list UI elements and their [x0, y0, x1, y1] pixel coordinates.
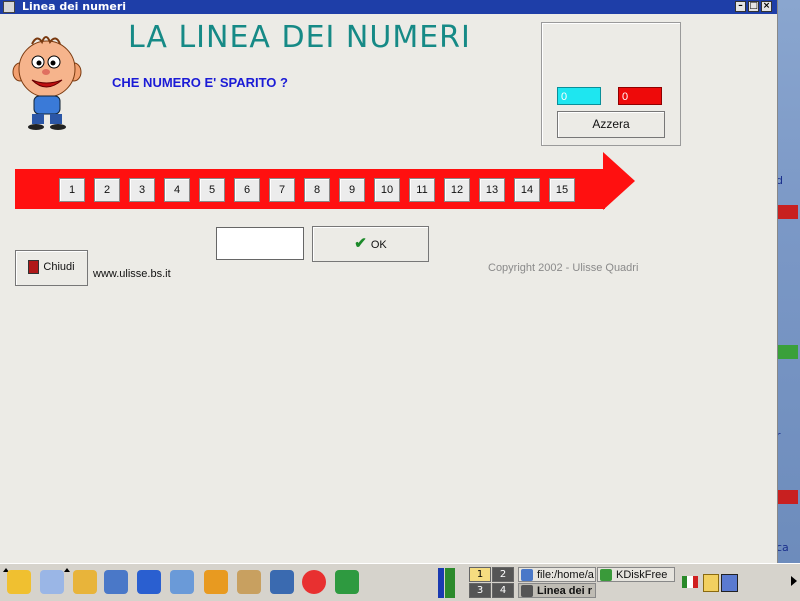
panel-arrow-icon[interactable] [64, 568, 70, 572]
task-label: file:/home/a [537, 569, 594, 581]
task-label: Linea dei r [537, 585, 593, 597]
task-file-manager[interactable]: file:/home/a [518, 567, 596, 582]
pen-icon[interactable] [237, 570, 261, 594]
disk-icon [600, 569, 612, 581]
separator-bar [438, 568, 444, 598]
arrow-head [603, 152, 635, 210]
pager-desktop-4[interactable]: 4 [492, 583, 514, 598]
website-link: www.ulisse.bs.it [93, 268, 171, 280]
close-label: Chiudi [43, 261, 75, 273]
taskbar: 1 2 3 4 file:/home/a KDiskFree Linea dei… [0, 563, 800, 601]
close-window-icon[interactable]: × [761, 1, 772, 12]
office-icon[interactable] [204, 570, 228, 594]
number-button[interactable]: 14 [514, 178, 540, 202]
kde-menu-icon[interactable] [7, 570, 31, 594]
window-title: Linea dei numeri [22, 0, 127, 13]
number-button[interactable]: 8 [304, 178, 330, 202]
reset-button[interactable]: Azzera [557, 111, 665, 138]
checkmark-icon: ✔ [354, 235, 367, 252]
number-button[interactable]: 3 [129, 178, 155, 202]
app-title: LA LINEA DEI NUMERI [128, 20, 471, 55]
number-button[interactable]: 13 [479, 178, 505, 202]
pager-desktop-3[interactable]: 3 [469, 583, 491, 598]
panel-hide-icon[interactable] [791, 576, 797, 586]
correct-count: 0 [557, 87, 601, 105]
desktop-icon[interactable] [776, 345, 798, 359]
number-button[interactable]: 6 [234, 178, 260, 202]
monitor-icon[interactable] [721, 574, 738, 592]
question-text: CHE NUMERO E' SPARITO ? [112, 75, 288, 90]
title-bar[interactable]: Linea dei numeri – □ × [0, 0, 777, 14]
task-kdiskfree[interactable]: KDiskFree [597, 567, 675, 582]
editor-icon[interactable] [270, 570, 294, 594]
network-icon[interactable] [170, 570, 194, 594]
pager-desktop-2[interactable]: 2 [492, 567, 514, 582]
desktop-icon[interactable] [776, 205, 798, 219]
number-button[interactable]: 15 [549, 178, 575, 202]
konqueror-icon [521, 569, 533, 581]
cube-icon[interactable] [137, 570, 161, 594]
number-button[interactable]: 9 [339, 178, 365, 202]
wrong-count: 0 [618, 87, 662, 105]
number-button[interactable]: 11 [409, 178, 435, 202]
window-menu-icon[interactable] [3, 1, 15, 13]
number-button[interactable]: 1 [59, 178, 85, 202]
number-button[interactable]: 4 [164, 178, 190, 202]
ok-button[interactable]: ✔ OK [312, 226, 429, 262]
number-button[interactable]: 2 [94, 178, 120, 202]
close-button[interactable]: Chiudi [15, 250, 88, 286]
exit-door-icon [28, 260, 40, 275]
maximize-icon[interactable]: □ [748, 1, 759, 12]
flag-icon[interactable] [682, 576, 698, 588]
mascot-image [12, 36, 82, 130]
desktop-icon[interactable] [40, 570, 64, 594]
app-content: LA LINEA DEI NUMERI CHE NUMERO E' SPARIT… [0, 14, 777, 563]
toolbox-icon[interactable] [335, 570, 359, 594]
separator-bar [445, 568, 455, 598]
wrench-icon[interactable] [73, 570, 97, 594]
file-manager-icon[interactable] [104, 570, 128, 594]
x-window-icon [521, 585, 533, 597]
answer-input[interactable] [216, 227, 304, 260]
minimize-icon[interactable]: – [735, 1, 746, 12]
copyright-text: Copyright 2002 - Ulisse Quadri [488, 262, 639, 274]
number-button[interactable]: 5 [199, 178, 225, 202]
ok-label: OK [370, 239, 387, 251]
number-button[interactable]: 12 [444, 178, 470, 202]
number-button[interactable]: 10 [374, 178, 400, 202]
number-button[interactable]: 7 [269, 178, 295, 202]
app-window: Linea dei numeri – □ × LA LINEA DEI NUME… [0, 0, 778, 563]
lifebuoy-icon[interactable] [302, 570, 326, 594]
pager-desktop-1[interactable]: 1 [469, 567, 491, 582]
desktop-icon[interactable] [776, 490, 798, 504]
task-label: KDiskFree [616, 569, 668, 581]
desktop-background [776, 0, 800, 563]
clipboard-icon[interactable] [703, 574, 719, 592]
task-linea-dei-numeri[interactable]: Linea dei r [518, 583, 596, 598]
